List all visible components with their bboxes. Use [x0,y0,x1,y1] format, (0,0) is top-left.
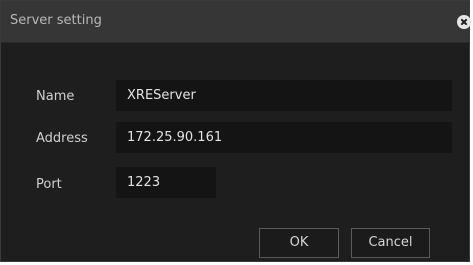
dialog-title: Server setting [10,13,102,28]
server-setting-dialog: Server setting Name Address Port OK Canc… [0,0,471,262]
ok-button[interactable]: OK [259,228,339,258]
port-input[interactable] [116,167,216,198]
address-input[interactable] [116,122,452,153]
address-label: Address [36,131,88,146]
close-icon[interactable] [457,15,471,29]
cancel-button[interactable]: Cancel [351,228,430,258]
port-label: Port [36,177,62,192]
name-label: Name [36,89,75,104]
dialog-titlebar[interactable]: Server setting [1,1,471,43]
name-input[interactable] [116,80,452,111]
